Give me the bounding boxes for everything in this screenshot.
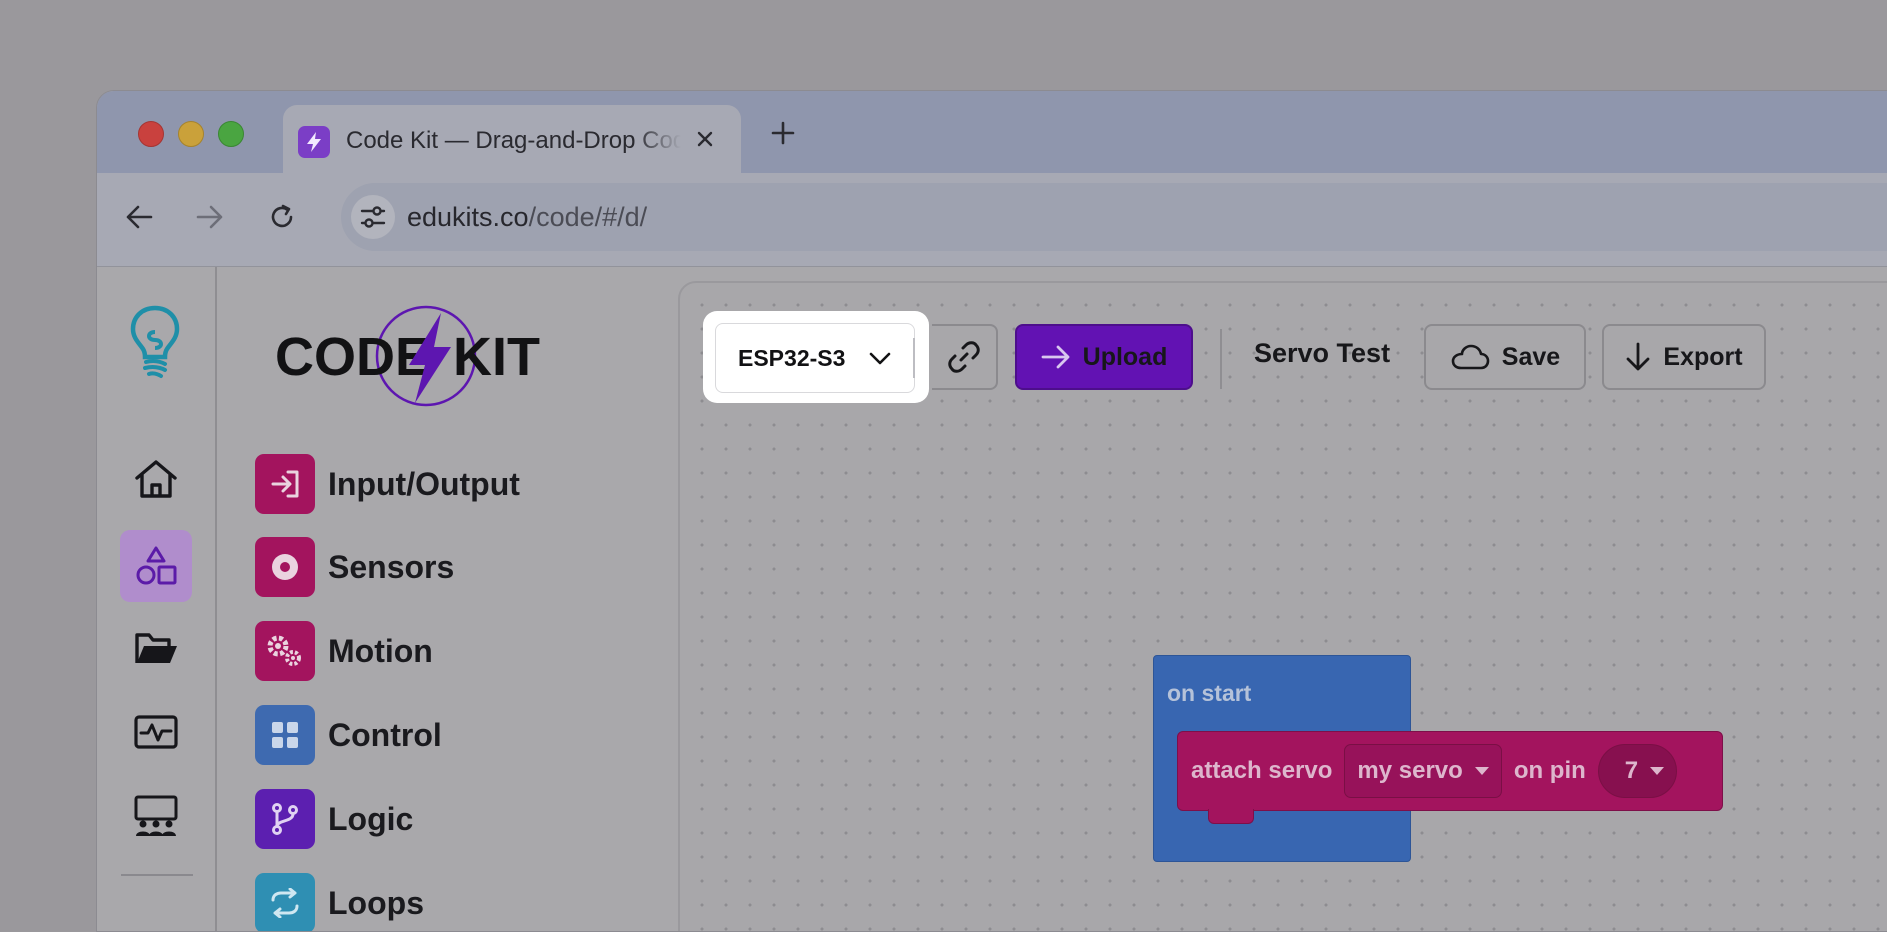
minimize-window-button[interactable] [178,121,204,147]
rail-monitor[interactable] [120,697,192,769]
reload-icon[interactable] [262,197,302,237]
code-kit-app: CODE KIT Input/Output Sensors Motion Con… [97,267,1887,931]
close-window-button[interactable] [138,121,164,147]
block-notch [1208,809,1254,824]
category-loops[interactable]: Loops [255,873,424,931]
category-input-output[interactable]: Input/Output [255,454,520,514]
url-text: edukits.co/code/#/d/ [407,202,648,232]
close-tab-icon[interactable] [691,125,719,153]
save-button[interactable]: Save [1424,324,1586,390]
rail-home[interactable] [120,443,192,515]
code-kit-logo: CODE KIT [275,303,585,413]
category-motion[interactable]: Motion [255,621,433,681]
pin-dropdown[interactable]: 7 [1597,744,1678,798]
new-tab-icon[interactable] [767,117,799,149]
rail-classroom[interactable] [120,780,192,852]
chevron-down-icon [869,352,891,365]
connect-link-button[interactable] [932,324,998,390]
board-select-divider [913,338,915,378]
tab-title: Code Kit — Drag-and-Drop Code Editor [346,127,681,154]
site-settings-icon[interactable] [351,195,395,239]
grid-icon [255,705,315,765]
category-sensors[interactable]: Sensors [255,537,454,597]
arrow-down-icon [1627,342,1650,371]
back-arrow-icon[interactable] [119,197,159,237]
rail-blocks[interactable] [120,530,192,602]
address-bar[interactable]: edukits.co/code/#/d/ [341,183,1887,251]
board-select[interactable]: ESP32-S3 [715,323,915,393]
rail-divider [121,874,193,876]
folder-open-icon [135,633,177,663]
gears-icon [255,621,315,681]
maximize-window-button[interactable] [218,121,244,147]
block-palette: CODE KIT Input/Output Sensors Motion Con… [217,267,677,931]
home-icon [135,460,177,498]
caret-down-icon [1474,767,1489,775]
caret-down-icon [1650,767,1665,775]
project-name[interactable]: Servo Test [1254,338,1390,369]
svg-text:KIT: KIT [453,327,540,387]
export-button[interactable]: Export [1602,324,1766,390]
servo-variable-dropdown[interactable]: my servo [1344,744,1502,798]
category-control[interactable]: Control [255,705,442,765]
sign-in-icon [255,454,315,514]
forward-arrow-icon[interactable] [190,197,230,237]
category-logic[interactable]: Logic [255,789,413,849]
browser-window: Code Kit — Drag-and-Drop Code Editor edu… [96,90,1887,932]
lightning-bolt-icon [298,126,330,158]
toolbar-divider [1220,329,1222,389]
link-icon [948,341,980,373]
branch-icon [255,789,315,849]
svg-text:CODE: CODE [275,327,431,387]
rail-projects[interactable] [120,613,192,685]
browser-tab[interactable]: Code Kit — Drag-and-Drop Code Editor [283,105,741,173]
attach-servo-block[interactable]: attach servo my servo on pin 7 [1177,731,1723,824]
loop-icon [255,873,315,931]
shapes-icon [136,546,177,585]
block-workspace[interactable]: ESP32-S3 Upload Servo Test Save Export o… [678,281,1887,931]
upload-button[interactable]: Upload [1015,324,1193,390]
arrow-right-icon [1041,345,1070,369]
cloud-icon [1451,344,1490,370]
activity-monitor-icon [134,715,178,749]
workspace-toolbar: ESP32-S3 Upload Servo Test Save Export [680,283,1887,403]
left-rail [97,267,217,931]
lightbulb-logo-icon[interactable] [125,304,185,380]
target-icon [255,537,315,597]
tab-strip: Code Kit — Drag-and-Drop Code Editor [97,91,1887,173]
classroom-icon [134,795,178,836]
browser-toolbar: edukits.co/code/#/d/ [97,173,1887,267]
